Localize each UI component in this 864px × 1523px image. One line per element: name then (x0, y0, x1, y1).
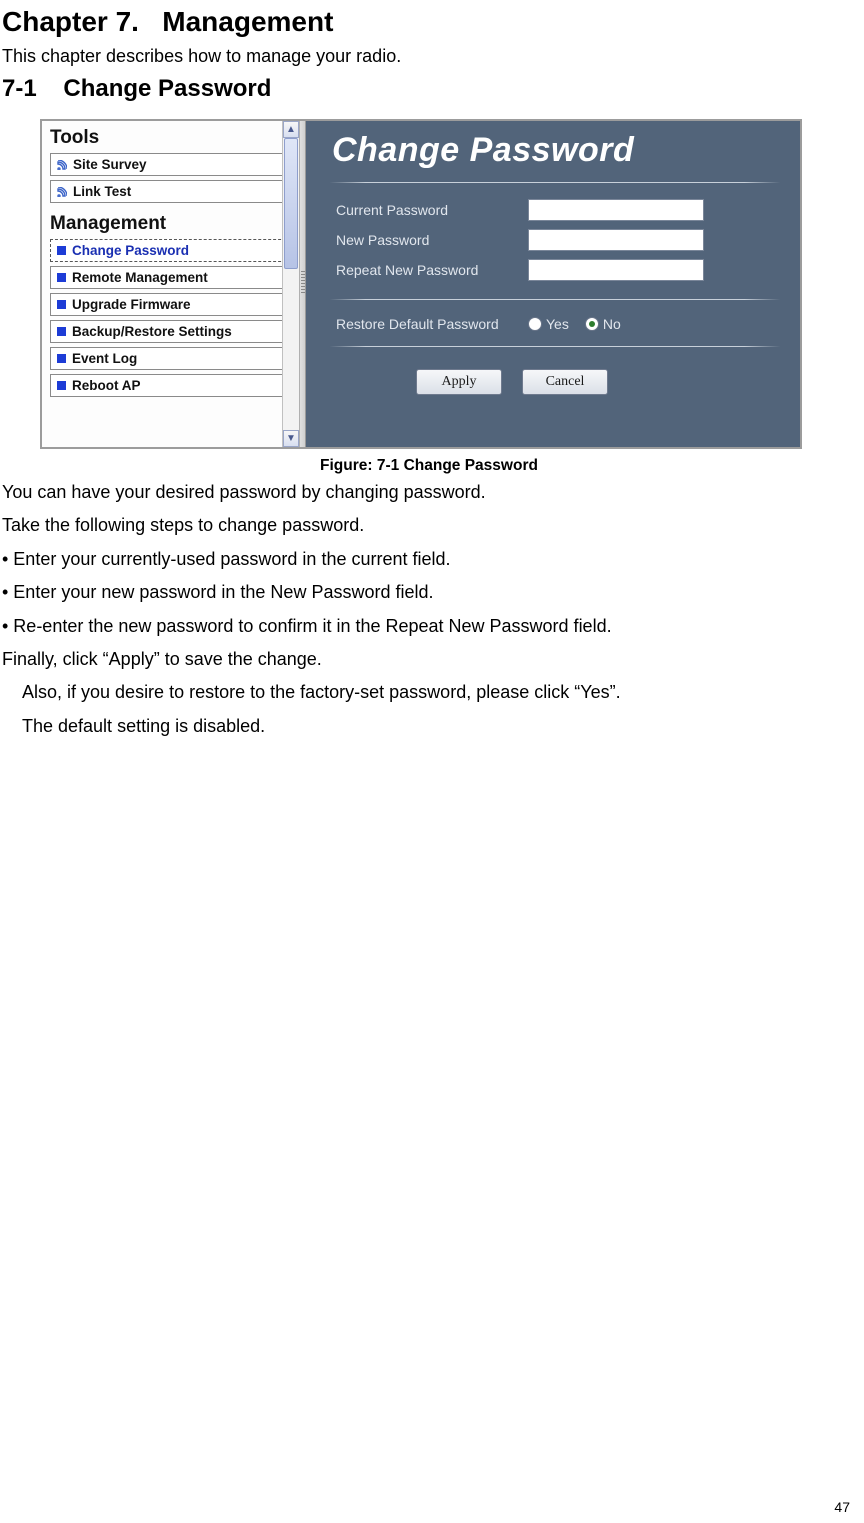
sidebar-item-label: Site Survey (73, 157, 147, 172)
section-title: 7-1 Change Password (2, 75, 856, 103)
content-pane: Change Password Current Password New Pas… (306, 121, 800, 447)
input-current-password[interactable] (528, 199, 704, 221)
radio-yes-wrap[interactable]: Yes (528, 316, 569, 332)
radio-no[interactable] (585, 317, 599, 331)
sidebar-item-site-survey[interactable]: Site Survey (50, 153, 291, 176)
divider (330, 182, 780, 183)
sidebar-item-change-password[interactable]: Change Password (50, 239, 291, 262)
square-icon (57, 354, 66, 363)
square-icon (57, 381, 66, 390)
sidebar-pane: Tools Site Survey Link Test Management (42, 121, 300, 447)
label-restore-default: Restore Default Password (336, 316, 516, 332)
figure-caption: Figure: 7-1 Change Password (2, 457, 856, 475)
row-repeat-password: Repeat New Password (306, 255, 800, 285)
square-icon (57, 273, 66, 282)
body-p5: • Re-enter the new password to confirm i… (2, 615, 856, 638)
sidebar-item-backup-restore[interactable]: Backup/Restore Settings (50, 320, 291, 343)
body-p8: The default setting is disabled. (2, 715, 856, 738)
sidebar-scrollbar[interactable]: ▲ ▼ (282, 121, 299, 447)
label-current-password: Current Password (336, 202, 516, 218)
radio-yes[interactable] (528, 317, 542, 331)
row-current-password: Current Password (306, 195, 800, 225)
rss-icon (57, 187, 67, 197)
radio-no-label: No (603, 316, 621, 332)
label-repeat-password: Repeat New Password (336, 262, 516, 278)
input-new-password[interactable] (528, 229, 704, 251)
apply-button[interactable]: Apply (416, 369, 502, 395)
input-repeat-password[interactable] (528, 259, 704, 281)
scroll-up-icon[interactable]: ▲ (283, 121, 299, 138)
radio-yes-label: Yes (546, 316, 569, 332)
body-p4: • Enter your new password in the New Pas… (2, 581, 856, 604)
body-p3: • Enter your currently-used password in … (2, 548, 856, 571)
sidebar-item-label: Change Password (72, 243, 189, 258)
sidebar-item-label: Backup/Restore Settings (72, 324, 232, 339)
divider (330, 299, 780, 300)
row-restore-default: Restore Default Password Yes No (306, 312, 800, 336)
label-new-password: New Password (336, 232, 516, 248)
sidebar-item-upgrade-firmware[interactable]: Upgrade Firmware (50, 293, 291, 316)
square-icon (57, 246, 66, 255)
content-header: Change Password (306, 121, 800, 178)
scroll-thumb[interactable] (284, 138, 298, 269)
sidebar-item-event-log[interactable]: Event Log (50, 347, 291, 370)
scroll-track[interactable] (283, 138, 299, 430)
body-p6: Finally, click “Apply” to save the chang… (2, 648, 856, 671)
square-icon (57, 327, 66, 336)
sidebar-item-label: Upgrade Firmware (72, 297, 191, 312)
sidebar-item-label: Reboot AP (72, 378, 141, 393)
chapter-intro: This chapter describes how to manage you… (2, 46, 856, 67)
sidebar-item-remote-management[interactable]: Remote Management (50, 266, 291, 289)
divider (330, 346, 780, 347)
sidebar-item-reboot-ap[interactable]: Reboot AP (50, 374, 291, 397)
cancel-button[interactable]: Cancel (522, 369, 608, 395)
sidebar-item-label: Link Test (73, 184, 131, 199)
sidebar-item-label: Event Log (72, 351, 137, 366)
sidebar-heading-management: Management (50, 213, 291, 235)
rss-icon (57, 160, 67, 170)
scroll-down-icon[interactable]: ▼ (283, 430, 299, 447)
page-number: 47 (834, 1499, 850, 1515)
sidebar-heading-tools: Tools (50, 127, 291, 149)
sidebar-item-label: Remote Management (72, 270, 208, 285)
body-p1: You can have your desired password by ch… (2, 481, 856, 504)
screenshot-figure: Tools Site Survey Link Test Management (40, 119, 802, 449)
sidebar-item-link-test[interactable]: Link Test (50, 180, 291, 203)
body-p2: Take the following steps to change passw… (2, 514, 856, 537)
row-new-password: New Password (306, 225, 800, 255)
body-p7: Also, if you desire to restore to the fa… (2, 681, 856, 704)
square-icon (57, 300, 66, 309)
chapter-title: Chapter 7. Management (2, 6, 856, 38)
radio-no-wrap[interactable]: No (585, 316, 621, 332)
